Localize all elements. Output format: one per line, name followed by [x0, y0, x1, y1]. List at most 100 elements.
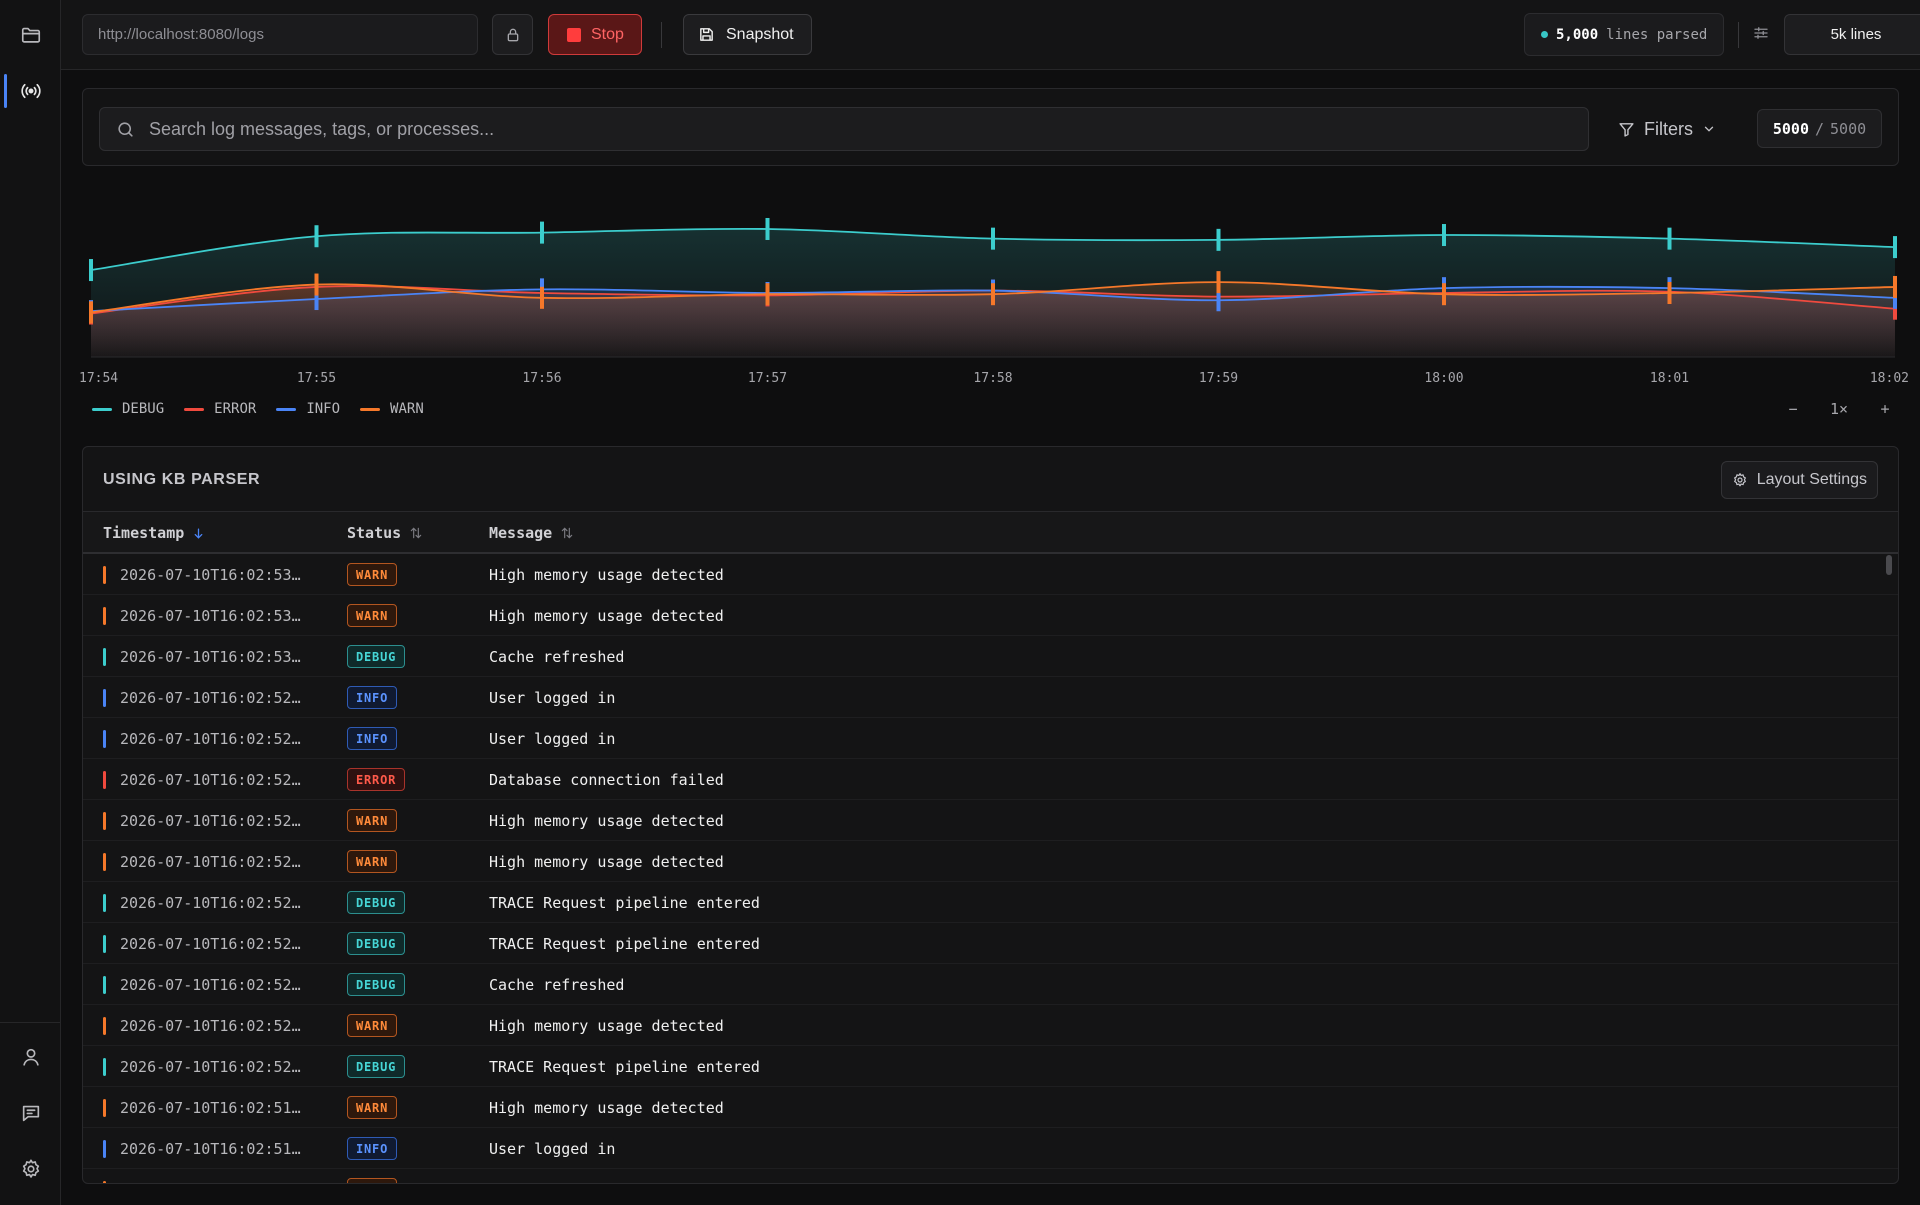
data-point-debug[interactable] [314, 225, 319, 248]
legend-item[interactable]: INFO [276, 401, 340, 417]
x-tick-label: 17:58 [973, 371, 1012, 386]
url-input[interactable]: http://localhost:8080/logs [82, 14, 478, 55]
timestamp-cell: 2026-07-10T16:02:52… [120, 1058, 301, 1076]
lock-icon [507, 28, 518, 41]
table-row[interactable]: 2026-07-10T16:02:53… DEBUG Cache refreshed [83, 636, 1898, 677]
folder-icon[interactable] [10, 14, 52, 56]
data-point-warn[interactable] [1667, 281, 1672, 304]
legend-swatch [360, 407, 381, 411]
legend-item[interactable]: DEBUG [92, 401, 164, 417]
lines-parsed-indicator: 5,000 lines parsed [1524, 13, 1724, 56]
table-row[interactable]: 2026-07-10T16:02:52… WARN High memory usag… [83, 841, 1898, 882]
x-tick-label: 17:55 [297, 371, 336, 386]
table-row[interactable]: 2026-07-10T16:02:52… DEBUG TRACE Request p… [83, 882, 1898, 923]
level-indicator [103, 771, 106, 789]
x-tick-label: 18:02 [1870, 371, 1909, 386]
settings-icon[interactable] [10, 1148, 52, 1190]
column-header-timestamp[interactable]: Timestamp [103, 524, 205, 542]
status-badge: DEBUG [347, 891, 406, 914]
level-indicator [103, 853, 106, 871]
snapshot-button[interactable]: Snapshot [683, 14, 812, 55]
toolbar-divider [661, 22, 662, 48]
legend-swatch [276, 407, 297, 411]
legend-label: INFO [306, 401, 341, 417]
data-point-warn[interactable] [540, 286, 544, 309]
data-point-warn[interactable] [1442, 283, 1446, 306]
message-cell: User logged in [489, 1140, 616, 1158]
stop-button[interactable]: Stop [548, 14, 642, 55]
table-row[interactable]: 2026-07-10T16:02:53… WARN High memory usag… [83, 554, 1898, 595]
log-table-panel: USING KB PARSER Layout Settings Timestam… [82, 446, 1899, 1184]
status-badge: WARN [347, 1096, 398, 1119]
x-tick-label: 17:54 [79, 371, 118, 386]
data-point-debug[interactable] [540, 221, 544, 244]
table-row[interactable]: 2026-07-10T16:02:52… DEBUG Cache refreshed [83, 964, 1898, 1005]
user-icon[interactable] [10, 1036, 52, 1078]
data-point-debug[interactable] [1442, 224, 1446, 247]
table-row[interactable]: 2026-07-10T16:02:52… DEBUG TRACE Request p… [83, 1046, 1898, 1087]
scrollbar-thumb[interactable] [1886, 555, 1892, 575]
message-cell: High memory usage detected [489, 1017, 724, 1035]
table-row[interactable]: 2026-07-10T16:02:52… WARN High memory usag… [83, 800, 1898, 841]
lines-limit-select[interactable]: 5k lines [1784, 14, 1920, 55]
data-point-debug[interactable] [765, 217, 770, 240]
table-row[interactable]: 2026-07-10T16:02:51… INFO User logged in [83, 1128, 1898, 1169]
timestamp-cell: 2026-07-10T16:02:52… [120, 730, 301, 748]
chevron-down-icon [1704, 126, 1714, 132]
message-cell: High memory usage detected [489, 1099, 724, 1117]
tune-icon[interactable] [1752, 24, 1770, 47]
status-badge: WARN [347, 604, 398, 627]
message-cell: TRACE Request pipeline entered [489, 935, 760, 953]
data-point-debug[interactable] [1216, 228, 1221, 251]
timestamp-cell: 2026-07-10T16:02:53… [120, 607, 301, 625]
legend-item[interactable]: ERROR [184, 401, 256, 417]
data-point-warn[interactable] [765, 283, 770, 306]
table-row[interactable]: 2026-07-10T16:02:52… INFO User logged in [83, 677, 1898, 718]
broadcast-icon[interactable] [4, 70, 52, 112]
column-header-message[interactable]: Message [489, 524, 574, 542]
table-row[interactable]: 2026-07-10T16:02:53… WARN High memory usag… [83, 595, 1898, 636]
zoom-out-button[interactable]: − [1770, 400, 1816, 418]
data-point-warn[interactable] [991, 283, 995, 306]
zoom-in-button[interactable]: + [1862, 400, 1908, 418]
level-indicator [103, 935, 106, 953]
status-badge: WARN [347, 563, 398, 586]
table-row[interactable]: 2026-07-10T16:02:52… DEBUG TRACE Request p… [83, 923, 1898, 964]
legend-swatch [184, 407, 205, 411]
filters-button[interactable]: Filters [1618, 107, 1716, 151]
timestamp-cell: 2026-07-10T16:02:52… [120, 935, 301, 953]
data-point-warn[interactable] [1893, 275, 1897, 298]
legend-item[interactable]: WARN [360, 401, 424, 417]
search-bar[interactable] [99, 107, 1589, 151]
data-point-warn[interactable] [314, 273, 319, 296]
lock-button[interactable] [492, 14, 533, 55]
layout-settings-button[interactable]: Layout Settings [1720, 461, 1878, 499]
status-badge: DEBUG [347, 645, 406, 668]
table-row[interactable]: 2026-07-10T16:02:51… WARN High memory usag… [83, 1087, 1898, 1128]
table-row[interactable]: 2026-07-10T16:02:51… WARN High memory usag… [83, 1169, 1898, 1183]
level-indicator [103, 1099, 106, 1117]
data-point-debug[interactable] [1667, 227, 1672, 250]
column-header-status[interactable]: Status [347, 524, 423, 542]
table-row[interactable]: 2026-07-10T16:02:52… WARN High memory usag… [83, 1005, 1898, 1046]
x-tick-label: 17:56 [522, 371, 561, 386]
data-point-warn[interactable] [89, 301, 93, 324]
chart-legend: DEBUG ERROR INFO WARN [92, 401, 424, 417]
x-tick-label: 18:01 [1650, 371, 1689, 386]
message-icon[interactable] [10, 1092, 52, 1134]
table-row[interactable]: 2026-07-10T16:02:52… ERROR Database connec… [83, 759, 1898, 800]
zoom-level: 1× [1829, 400, 1849, 418]
legend-label: WARN [390, 401, 424, 417]
message-cell: High memory usage detected [489, 566, 724, 584]
search-input[interactable] [149, 118, 1549, 140]
message-cell: TRACE Request pipeline entered [489, 1058, 760, 1076]
table-row[interactable]: 2026-07-10T16:02:52… INFO User logged in [83, 718, 1898, 759]
level-indicator [103, 689, 106, 707]
data-point-warn[interactable] [1216, 271, 1221, 294]
data-point-debug[interactable] [89, 259, 93, 282]
column-label: Message [489, 524, 553, 542]
data-point-debug[interactable] [1893, 236, 1897, 259]
level-indicator [103, 566, 106, 584]
data-point-debug[interactable] [991, 227, 995, 250]
level-indicator [103, 1017, 106, 1035]
